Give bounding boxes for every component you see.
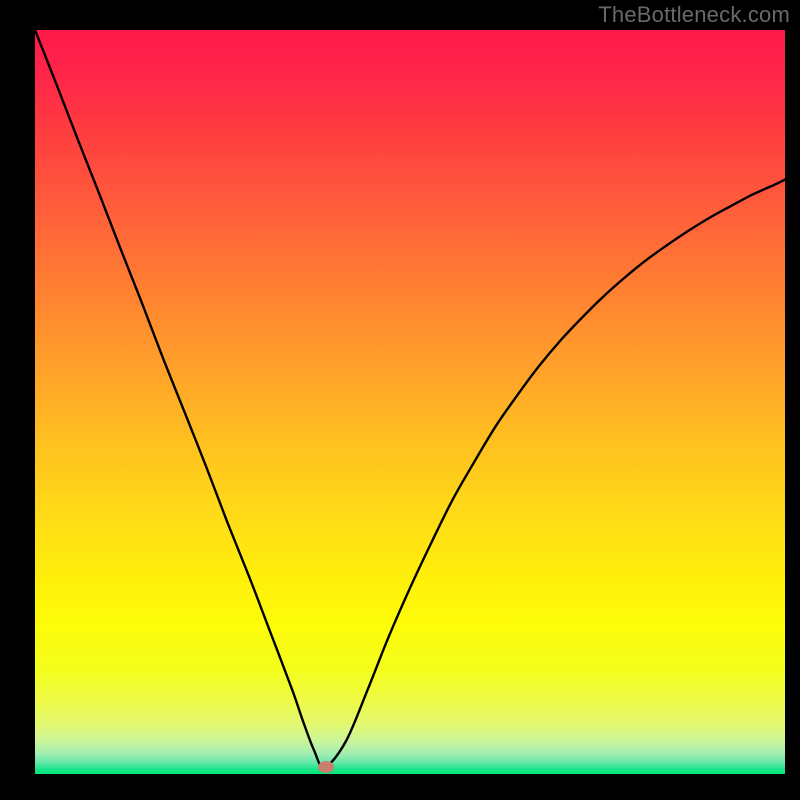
chart-container: TheBottleneck.com bbox=[0, 0, 800, 800]
bottleneck-curve bbox=[35, 30, 785, 774]
watermark-text: TheBottleneck.com bbox=[598, 2, 790, 28]
plot-area bbox=[35, 30, 785, 774]
minimum-marker bbox=[318, 761, 334, 773]
